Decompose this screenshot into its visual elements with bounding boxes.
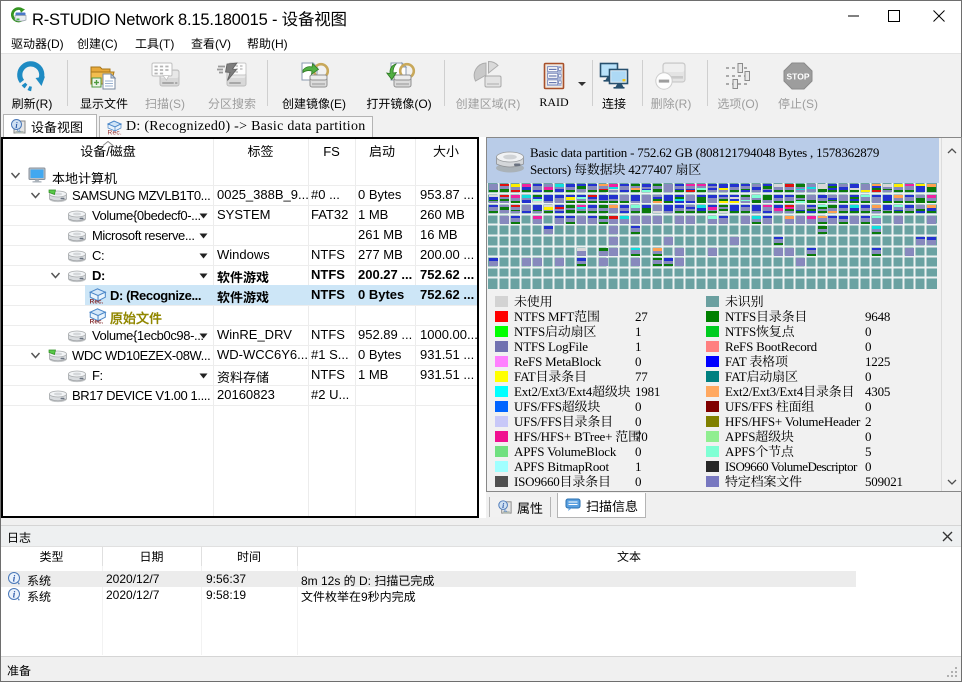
svg-text:Rec.: Rec. [90, 299, 104, 304]
svg-text:STOP: STOP [787, 72, 810, 82]
svg-text:Rec.: Rec. [90, 319, 104, 324]
svg-text:Rec.: Rec. [108, 130, 123, 136]
